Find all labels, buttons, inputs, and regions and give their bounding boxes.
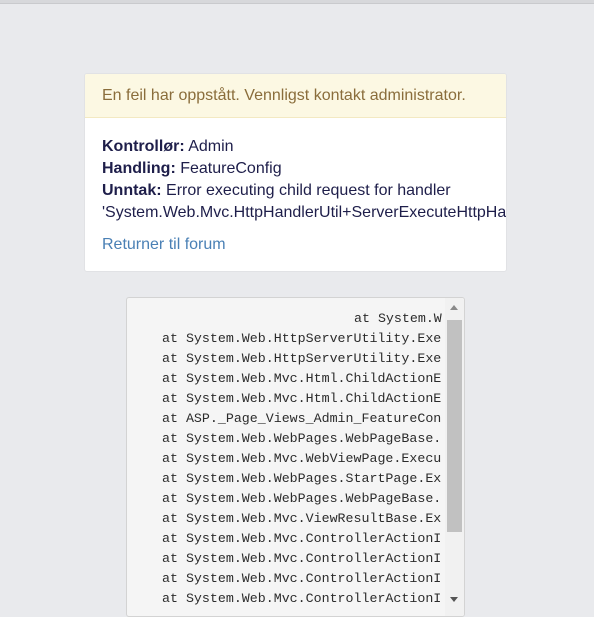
stack-trace-line: at System.W: [354, 311, 442, 326]
stack-trace-line: at System.Web.Mvc.ControllerActionI: [162, 571, 442, 586]
scrollbar-thumb[interactable]: [447, 320, 462, 532]
stack-trace-line: at System.Web.WebPages.WebPageBase.: [162, 431, 442, 446]
stack-trace-text: at System.W at System.Web.HttpServerUtili…: [127, 298, 445, 616]
stack-trace-line: at System.Web.Mvc.WebViewPage.Execu: [162, 451, 442, 466]
scroll-up-arrow-icon[interactable]: [445, 302, 464, 314]
stack-trace-line: at System.Web.WebPages.StartPage.Ex: [162, 471, 442, 486]
stack-trace-line: at System.Web.HttpServerUtility.Exe: [162, 351, 442, 366]
exception-continuation: 'System.Web.Mvc.HttpHandlerUtil+ServerEx…: [102, 204, 507, 221]
stack-trace-line: at System.Web.Mvc.ViewResultBase.Ex: [162, 511, 442, 526]
controller-label: Kontrollør:: [102, 138, 185, 155]
scroll-down-arrow-icon[interactable]: [445, 594, 464, 606]
stack-trace-line: at System.Web.Mvc.ControllerActionI: [162, 531, 442, 546]
top-divider: [0, 0, 594, 4]
action-row: Handling: FeatureConfig: [102, 158, 506, 180]
action-label: Handling:: [102, 160, 176, 177]
error-details: Kontrollør: Admin Handling: FeatureConfi…: [102, 136, 507, 224]
scrollbar[interactable]: [445, 298, 464, 616]
return-to-forum-link[interactable]: Returner til forum: [102, 234, 226, 256]
stack-trace-line: at System.Web.Mvc.ControllerActionI: [162, 591, 442, 606]
controller-value: Admin: [188, 138, 234, 155]
exception-row: Unntak: Error executing child request fo…: [102, 180, 506, 202]
error-alert-heading: En feil har oppstått. Vennligst kontakt …: [85, 74, 506, 118]
stack-trace-line: at System.Web.Mvc.Html.ChildActionE: [162, 371, 442, 386]
stack-trace-line: at System.Web.HttpServerUtility.Exe: [162, 331, 442, 346]
stack-trace-line: at ASP._Page_Views_Admin_FeatureCon: [162, 411, 442, 426]
stack-trace-box[interactable]: at System.W at System.Web.HttpServerUtili…: [126, 297, 465, 617]
error-panel: En feil har oppstått. Vennligst kontakt …: [84, 73, 507, 272]
action-value: FeatureConfig: [180, 160, 282, 177]
exception-value: Error executing child request for handle…: [166, 182, 451, 199]
stack-trace-line: at System.Web.WebPages.WebPageBase.: [162, 491, 442, 506]
stack-trace-line: at System.Web.Mvc.ControllerActionI: [162, 551, 442, 566]
controller-row: Kontrollør: Admin: [102, 136, 506, 158]
stack-trace-line: at System.Web.Mvc.Html.ChildActionE: [162, 391, 442, 406]
exception-label: Unntak:: [102, 182, 162, 199]
